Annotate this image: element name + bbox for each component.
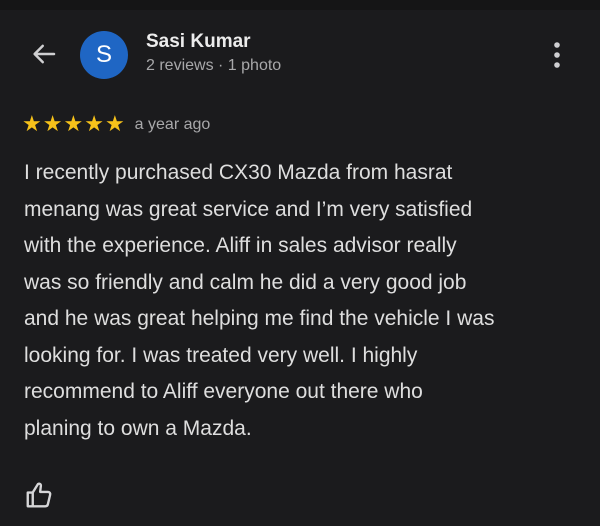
- top-strip: [0, 0, 600, 10]
- review-text-line: menang was great service and I’m very sa…: [24, 197, 473, 221]
- back-button[interactable]: [24, 34, 64, 74]
- star-icon: ★: [63, 112, 84, 137]
- star-icon: ★: [104, 112, 125, 137]
- review-text-line: with the experience. Aliff in sales advi…: [24, 234, 457, 257]
- review-header: S Sasi Kumar 2 reviews · 1 photo: [0, 22, 600, 86]
- star-icon: ★: [22, 112, 42, 137]
- like-button[interactable]: [22, 478, 56, 512]
- reviewer-name[interactable]: Sasi Kumar: [146, 31, 251, 53]
- review-time: a year ago: [134, 116, 211, 133]
- review-text-line: recommend to Aliff everyone out there wh…: [24, 380, 423, 403]
- review-text-line: I recently purchased CX30 Mazda from has…: [24, 161, 453, 184]
- star-icon: ★: [84, 112, 104, 137]
- reviewer-meta: 2 reviews · 1 photo: [146, 57, 282, 74]
- star-icon: ★: [42, 112, 63, 137]
- thumb-up-icon: [26, 482, 52, 508]
- arrow-left-icon: [33, 44, 56, 64]
- rating-row: ★ ★ ★ ★ ★ a year ago: [22, 112, 210, 138]
- review-text-line: looking for. I was treated very well. I …: [24, 343, 418, 367]
- review-text: I recently purchased CX30 Mazda from has…: [24, 155, 580, 447]
- more-vert-icon: [554, 42, 560, 68]
- review-text-line: was so friendly and calm he did a very g…: [24, 270, 467, 294]
- avatar-letter: S: [95, 41, 112, 68]
- avatar[interactable]: S: [80, 31, 128, 79]
- review-text-line: and he was great helping me find the veh…: [24, 307, 495, 330]
- star-rating: ★ ★ ★ ★ ★: [22, 114, 125, 136]
- more-options-button[interactable]: [541, 35, 573, 75]
- review-text-line: planing to own a Mazda.: [24, 416, 252, 440]
